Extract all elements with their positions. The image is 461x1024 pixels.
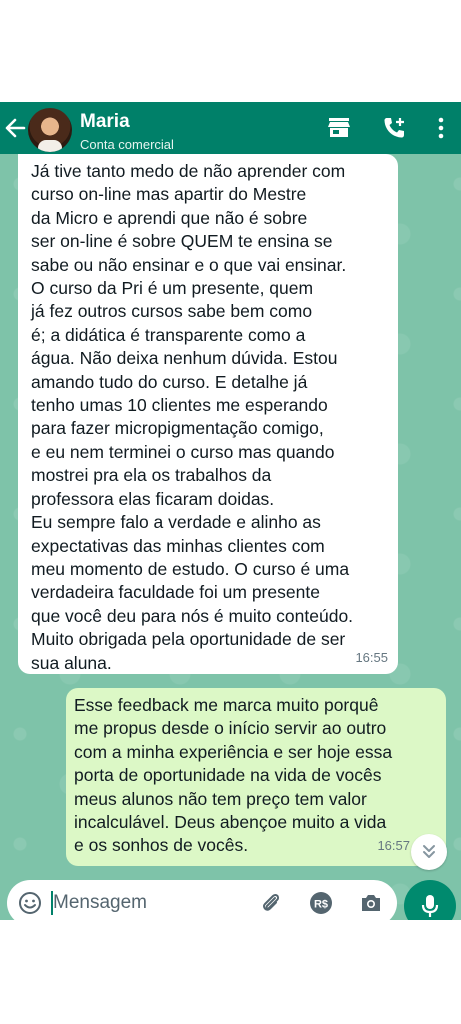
message-line: me propus desde o início servir ao outro <box>74 718 387 739</box>
message-line: curso on-line mas apartir do Mestre <box>31 184 307 205</box>
camera-icon[interactable] <box>359 891 383 915</box>
message-line: é; a didática é transparente como a <box>31 324 306 345</box>
message-line: O curso da Pri é um presente, quem <box>31 278 314 299</box>
message-line: verdadeira faculdade foi um presente <box>31 582 320 603</box>
message-time: 16:55 <box>355 649 388 665</box>
message-line: meu momento de estudo. O curso é uma <box>31 558 350 579</box>
message-line: amando tudo do curso. E detalhe já <box>31 371 308 392</box>
double-chevron-down-icon <box>423 845 435 858</box>
message-line: sua aluna. <box>31 652 112 673</box>
svg-text:R$: R$ <box>314 899 328 911</box>
add-call-icon[interactable] <box>382 116 406 140</box>
mic-button[interactable] <box>404 880 456 920</box>
contact-subtitle: Conta comercial <box>80 137 174 152</box>
message-line: tenho umas 10 clientes me esperando <box>31 395 328 416</box>
outgoing-message[interactable]: Esse feedback me marca muito porquê me p… <box>66 688 446 866</box>
avatar[interactable] <box>28 108 72 152</box>
message-line: Já tive tanto medo de não aprender com <box>31 161 346 181</box>
message-line: e eu nem terminei o curso mas quando <box>31 441 335 462</box>
message-line: já fez outros cursos sabe bem como <box>31 301 313 322</box>
message-input[interactable]: Mensagem <box>53 892 147 914</box>
message-line: expectativas das minhas clientes com <box>31 535 325 556</box>
back-arrow-icon[interactable] <box>4 116 26 140</box>
message-line: porta de oportunidade na vida de vocês <box>74 765 382 786</box>
message-input-bar[interactable]: Mensagem R$ <box>7 880 397 920</box>
message-line: que você deu para nós é muito conteúdo. <box>31 605 354 626</box>
scroll-down-button[interactable] <box>411 834 447 870</box>
conversation: Já tive tanto medo de não aprender com c… <box>0 154 461 920</box>
store-icon[interactable] <box>327 116 351 138</box>
attach-icon[interactable] <box>259 891 283 915</box>
incoming-message[interactable]: Já tive tanto medo de não aprender com c… <box>18 154 398 674</box>
message-line: meus alunos não tem preço tem valor <box>74 788 367 809</box>
payment-icon[interactable]: R$ <box>309 891 333 915</box>
contact-name[interactable]: Maria <box>80 111 130 133</box>
mic-icon <box>421 895 439 917</box>
message-line: da Micro e aprendi que não é sobre <box>31 207 308 228</box>
message-time: 16:57 <box>377 837 410 853</box>
message-line: incalculável. Deus abençoe muito a vida <box>74 812 387 833</box>
emoji-icon[interactable] <box>18 891 42 915</box>
message-line: mostrei pra ela os trabalhos da <box>31 465 272 486</box>
message-line: ser on-line é sobre QUEM te ensina se <box>31 231 333 252</box>
chat-screen: Maria Conta comercial Já tive tanto medo… <box>0 102 461 920</box>
message-line: para fazer micropigmentação comigo, <box>31 418 324 439</box>
message-line: com a minha experiência e ser hoje essa <box>74 741 393 762</box>
message-line: Muito obrigada pela oportunidade de ser <box>31 629 346 650</box>
message-line: professora elas ficaram doidas. <box>31 488 275 509</box>
chat-header: Maria Conta comercial <box>0 102 461 154</box>
message-line: água. Não deixa nenhum dúvida. Estou <box>31 348 338 369</box>
message-line: Eu sempre falo a verdade e alinho as <box>31 512 321 533</box>
message-line: sabe ou não ensinar e o que vai ensinar. <box>31 254 347 275</box>
message-line: Esse feedback me marca muito porquê <box>74 695 379 715</box>
more-vert-icon[interactable] <box>436 116 446 140</box>
